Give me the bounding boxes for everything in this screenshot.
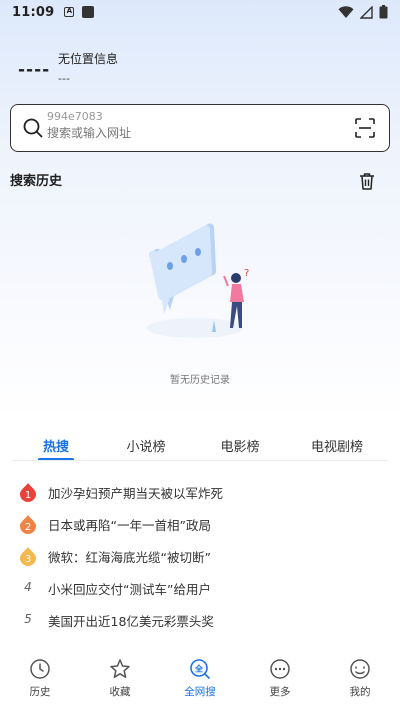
status-bar: 11:09 A <box>0 0 400 24</box>
location-text: 无位置信息 <box>58 52 119 66</box>
nav-label: 收藏 <box>109 686 131 698</box>
battery-icon <box>379 5 388 19</box>
hot-item-text: 美国开出近18亿美元彩票头奖 <box>48 614 214 629</box>
star-icon <box>110 659 130 678</box>
tab-movie-rank[interactable]: 电影榜 <box>200 436 280 455</box>
search-box[interactable]: 994e7083 <box>10 104 390 152</box>
nav-history[interactable]: 历史 <box>0 658 80 699</box>
rank-number: 5 <box>24 612 32 626</box>
rank-3-badge-icon: 3 <box>20 547 36 566</box>
nav-label: 全网搜 <box>184 686 216 698</box>
rank-1-badge-icon: 1 <box>20 483 36 502</box>
svg-text:?: ? <box>244 268 249 279</box>
profile-icon <box>350 659 370 679</box>
search-input[interactable] <box>47 124 347 142</box>
rank-number: 3 <box>25 554 31 565</box>
app-notification-icon <box>82 6 95 18</box>
signal-icon <box>360 5 373 19</box>
rank-number: 1 <box>25 490 31 501</box>
bottom-nav: 历史 收藏 全 全网搜 更多 我的 <box>0 652 400 712</box>
tab-hot-search[interactable]: 热搜 <box>16 436 96 455</box>
list-item[interactable]: 2 日本或再陷“一年一首相”政局 <box>0 508 400 540</box>
tabs-divider <box>12 460 388 461</box>
rank-number: 4 <box>24 580 32 594</box>
hot-item-text: 加沙孕妇预产期当天被以军炸死 <box>48 486 224 501</box>
nav-label: 我的 <box>349 686 371 698</box>
search-history-title: 搜索历史 <box>10 174 63 189</box>
more-icon <box>270 659 290 679</box>
hot-list: 1 加沙孕妇预产期当天被以军炸死 2 日本或再陷“一年一首相”政局 3 微软：红… <box>0 476 400 636</box>
nav-label: 历史 <box>29 686 51 698</box>
global-search-icon: 全 <box>190 659 210 679</box>
weather-widget[interactable]: ---- 无位置信息 --- <box>18 48 318 88</box>
list-item[interactable]: 4 小米回应交付“测试车”给用户 <box>0 572 400 604</box>
rank-2-badge-icon: 2 <box>20 515 36 534</box>
tab-tv-rank[interactable]: 电视剧榜 <box>297 436 377 455</box>
empty-history-illustration: ? <box>147 223 249 338</box>
temperature-placeholder: ---- <box>18 60 51 80</box>
search-hint-text: 994e7083 <box>47 110 103 123</box>
clock-icon <box>30 659 50 679</box>
trash-icon[interactable] <box>358 172 376 190</box>
nav-profile[interactable]: 我的 <box>320 658 400 699</box>
hot-item-text: 微软：红海海底光缆“被切断” <box>48 550 211 565</box>
rank-number: 2 <box>25 522 31 533</box>
list-item[interactable]: 1 加沙孕妇预产期当天被以军炸死 <box>0 476 400 508</box>
empty-history-text: 暂无历史记录 <box>170 375 230 386</box>
list-item[interactable]: 5 美国开出近18亿美元彩票头奖 <box>0 604 400 636</box>
hot-item-text: 日本或再陷“一年一首相”政局 <box>48 518 211 533</box>
status-time: 11:09 <box>12 4 55 20</box>
hot-item-text: 小米回应交付“测试车”给用户 <box>48 582 211 597</box>
weather-subtext: --- <box>58 72 70 85</box>
wifi-icon <box>338 5 354 18</box>
nav-label: 更多 <box>269 686 291 698</box>
nav-global-search[interactable]: 全 全网搜 <box>160 658 240 699</box>
search-icon <box>23 118 43 138</box>
nav-more[interactable]: 更多 <box>240 658 320 699</box>
tab-novel-rank[interactable]: 小说榜 <box>106 436 186 455</box>
scan-icon[interactable] <box>355 118 375 138</box>
svg-text:全: 全 <box>194 664 204 674</box>
list-item[interactable]: 3 微软：红海海底光缆“被切断” <box>0 540 400 572</box>
notification-icon: A <box>64 7 75 17</box>
nav-favorites[interactable]: 收藏 <box>80 658 160 699</box>
hot-tabs: 热搜 小说榜 电影榜 电视剧榜 <box>0 432 400 462</box>
